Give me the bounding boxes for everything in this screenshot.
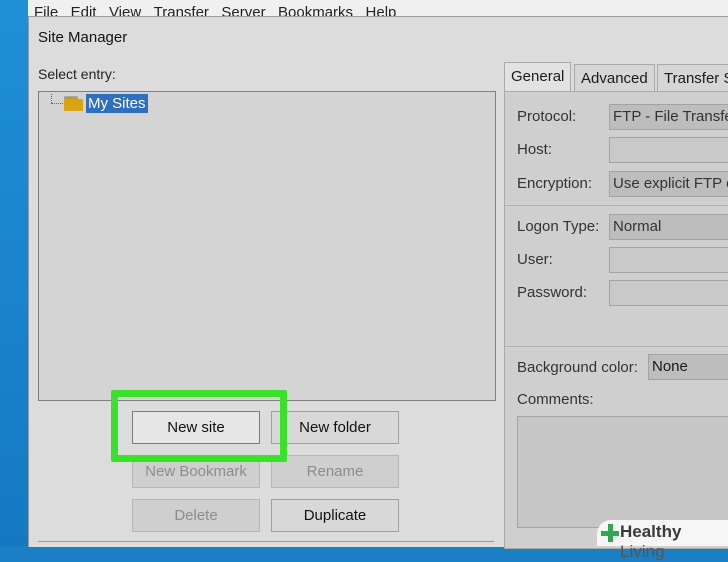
logon-type-label: Logon Type: [517,218,600,235]
tree-item-my-sites[interactable]: My Sites [86,94,148,113]
divider [505,346,728,347]
tab-advanced[interactable]: Advanced [574,64,655,92]
tree-line [51,103,65,104]
site-tree[interactable]: My Sites [38,91,496,401]
user-label: User: [517,251,553,268]
user-input[interactable] [609,247,728,273]
protocol-select[interactable]: FTP - File Transfe [609,104,728,130]
dialog-title: Site Manager [38,29,128,46]
tree-line [51,94,52,103]
delete-button[interactable]: Delete [132,499,260,532]
new-site-highlight [111,390,287,462]
tab-general[interactable]: General [504,62,572,92]
divider [38,541,494,542]
password-input[interactable] [609,280,728,306]
comments-label: Comments: [517,391,594,408]
comments-textarea[interactable] [517,416,728,528]
folder-icon [64,96,83,111]
background-color-select[interactable]: None [648,354,728,380]
desktop-background [0,0,28,546]
encryption-select[interactable]: Use explicit FTP o [609,171,728,197]
host-input[interactable] [609,137,728,163]
duplicate-button[interactable]: Duplicate [271,499,399,532]
protocol-label: Protocol: [517,108,577,125]
host-label: Host: [517,141,553,158]
rename-button[interactable]: Rename [271,455,399,488]
general-panel: Protocol: FTP - File Transfe Host: Encry… [504,91,728,549]
password-label: Password: [517,284,588,301]
new-folder-button[interactable]: New folder [271,411,399,444]
divider [505,205,728,206]
encryption-label: Encryption: [517,175,593,192]
watermark-text: Healthy Living [620,522,682,561]
site-manager-dialog: Site Manager Select entry: My Sites New … [28,16,728,549]
select-entry-label: Select entry: [38,66,116,82]
watermark: Healthy Living [597,520,728,561]
logon-type-select[interactable]: Normal [609,214,728,240]
background-color-label: Background color: [517,359,638,376]
tab-transfer-settings[interactable]: Transfer S [657,64,728,92]
plus-icon [601,524,619,542]
